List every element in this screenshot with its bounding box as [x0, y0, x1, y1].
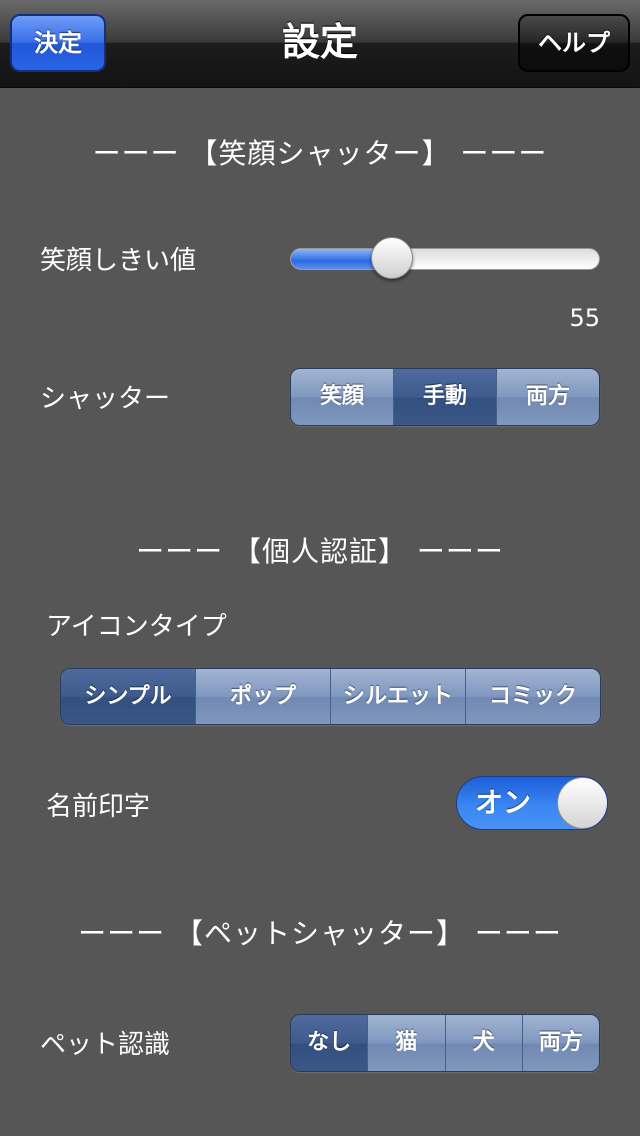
- icon-type-label: アイコンタイプ: [46, 612, 227, 642]
- smile-threshold-label: 笑顔しきい値: [40, 246, 197, 276]
- toggle-knob: [557, 777, 607, 829]
- segment-manual[interactable]: 手動: [394, 369, 497, 425]
- pet-detect-label: ペット認識: [40, 1030, 171, 1060]
- icon-type-segmented-control: シンプル ポップ シルエット コミック: [60, 668, 601, 725]
- segment-dog[interactable]: 犬: [445, 1015, 523, 1071]
- name-print-label: 名前印字: [46, 792, 151, 822]
- shutter-mode-segmented-control: 笑顔 手動 両方: [290, 368, 600, 426]
- segment-none[interactable]: なし: [291, 1015, 369, 1071]
- pet-detect-segmented-control: なし 猫 犬 両方: [290, 1014, 600, 1072]
- smile-threshold-value: 55: [569, 304, 600, 332]
- slider-thumb[interactable]: [371, 237, 414, 279]
- help-button[interactable]: ヘルプ: [518, 14, 630, 72]
- section-header-smile-shutter: ーーー 【笑顔シャッター】 ーーー: [92, 137, 548, 170]
- segment-cat[interactable]: 猫: [368, 1015, 446, 1071]
- shutter-label: シャッター: [40, 384, 171, 414]
- segment-comic[interactable]: コミック: [466, 669, 600, 724]
- segment-silhouette[interactable]: シルエット: [331, 669, 466, 724]
- segment-smile[interactable]: 笑顔: [291, 369, 394, 425]
- segment-both[interactable]: 両方: [497, 369, 599, 425]
- section-header-pet-shutter: ーーー 【ペットシャッター】 ーーー: [78, 917, 562, 950]
- smile-threshold-slider[interactable]: [290, 248, 600, 270]
- name-print-toggle[interactable]: オン: [456, 776, 608, 830]
- segment-simple[interactable]: シンプル: [61, 669, 196, 724]
- navigation-bar: 決定 設定 ヘルプ: [0, 0, 640, 88]
- toggle-on-label: オン: [475, 786, 532, 819]
- section-header-personal-auth: ーーー 【個人認証】 ーーー: [136, 535, 504, 568]
- segment-pop[interactable]: ポップ: [196, 669, 331, 724]
- segment-both-pets[interactable]: 両方: [522, 1015, 599, 1071]
